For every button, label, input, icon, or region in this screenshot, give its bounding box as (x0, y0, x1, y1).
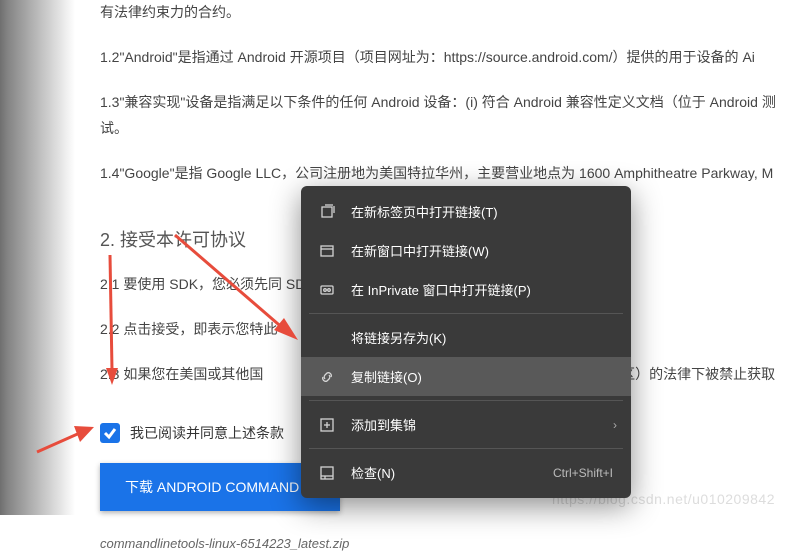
context-menu-item[interactable]: 添加到集锦› (301, 405, 631, 444)
context-menu-item[interactable]: 将链接另存为(K) (301, 318, 631, 357)
para-1: 1.2"Android"是指通过 Android 开源项目（项目网址为：http… (100, 45, 785, 70)
new-tab-icon (319, 204, 335, 220)
check-icon (103, 426, 117, 440)
context-menu-label: 在新标签页中打开链接(T) (351, 202, 613, 221)
context-menu-separator (309, 400, 623, 401)
chevron-right-icon: › (613, 418, 617, 432)
context-menu-label: 检查(N) (351, 463, 543, 482)
context-menu-shortcut: Ctrl+Shift+I (553, 466, 613, 480)
left-shadow-overlay (0, 0, 75, 515)
context-menu: 在新标签页中打开链接(T) 在新窗口中打开链接(W) 在 InPrivate 窗口中… (301, 186, 631, 498)
new-window-icon (319, 243, 335, 259)
context-menu-separator (309, 448, 623, 449)
agree-label: 我已阅读并同意上述条款 (130, 423, 284, 443)
context-menu-label: 在新窗口中打开链接(W) (351, 241, 613, 260)
inspect-icon (319, 465, 335, 481)
para-3: 1.4"Google"是指 Google LLC，公司注册地为美国特拉华州，主要… (100, 161, 785, 186)
context-menu-item[interactable]: 在新标签页中打开链接(T) (301, 192, 631, 231)
context-menu-item[interactable]: 复制链接(O) (301, 357, 631, 396)
para-0: 有法律约束力的合约。 (100, 0, 785, 25)
context-menu-label: 在 InPrivate 窗口中打开链接(P) (351, 280, 613, 299)
context-menu-item[interactable]: 在新窗口中打开链接(W) (301, 231, 631, 270)
context-menu-item[interactable]: 检查(N) Ctrl+Shift+I (301, 453, 631, 492)
para-6a: 2.3 如果您在美国或其他国 (100, 366, 263, 382)
para-2: 1.3"兼容实现"设备是指满足以下条件的任何 Android 设备：(i) 符合… (100, 90, 785, 140)
context-menu-separator (309, 313, 623, 314)
agree-checkbox[interactable] (100, 423, 120, 443)
collections-icon (319, 417, 335, 433)
inprivate-icon (319, 282, 335, 298)
context-menu-label: 复制链接(O) (351, 367, 613, 386)
para-6b: 区）的法律下被禁止获取 (621, 366, 775, 382)
context-menu-label: 添加到集锦 (351, 415, 613, 434)
filename-text: commandlinetools-linux-6514223_latest.zi… (100, 536, 785, 551)
context-menu-label: 将链接另存为(K) (351, 328, 613, 347)
copy-link-icon (319, 369, 335, 385)
context-menu-item[interactable]: 在 InPrivate 窗口中打开链接(P) (301, 270, 631, 309)
